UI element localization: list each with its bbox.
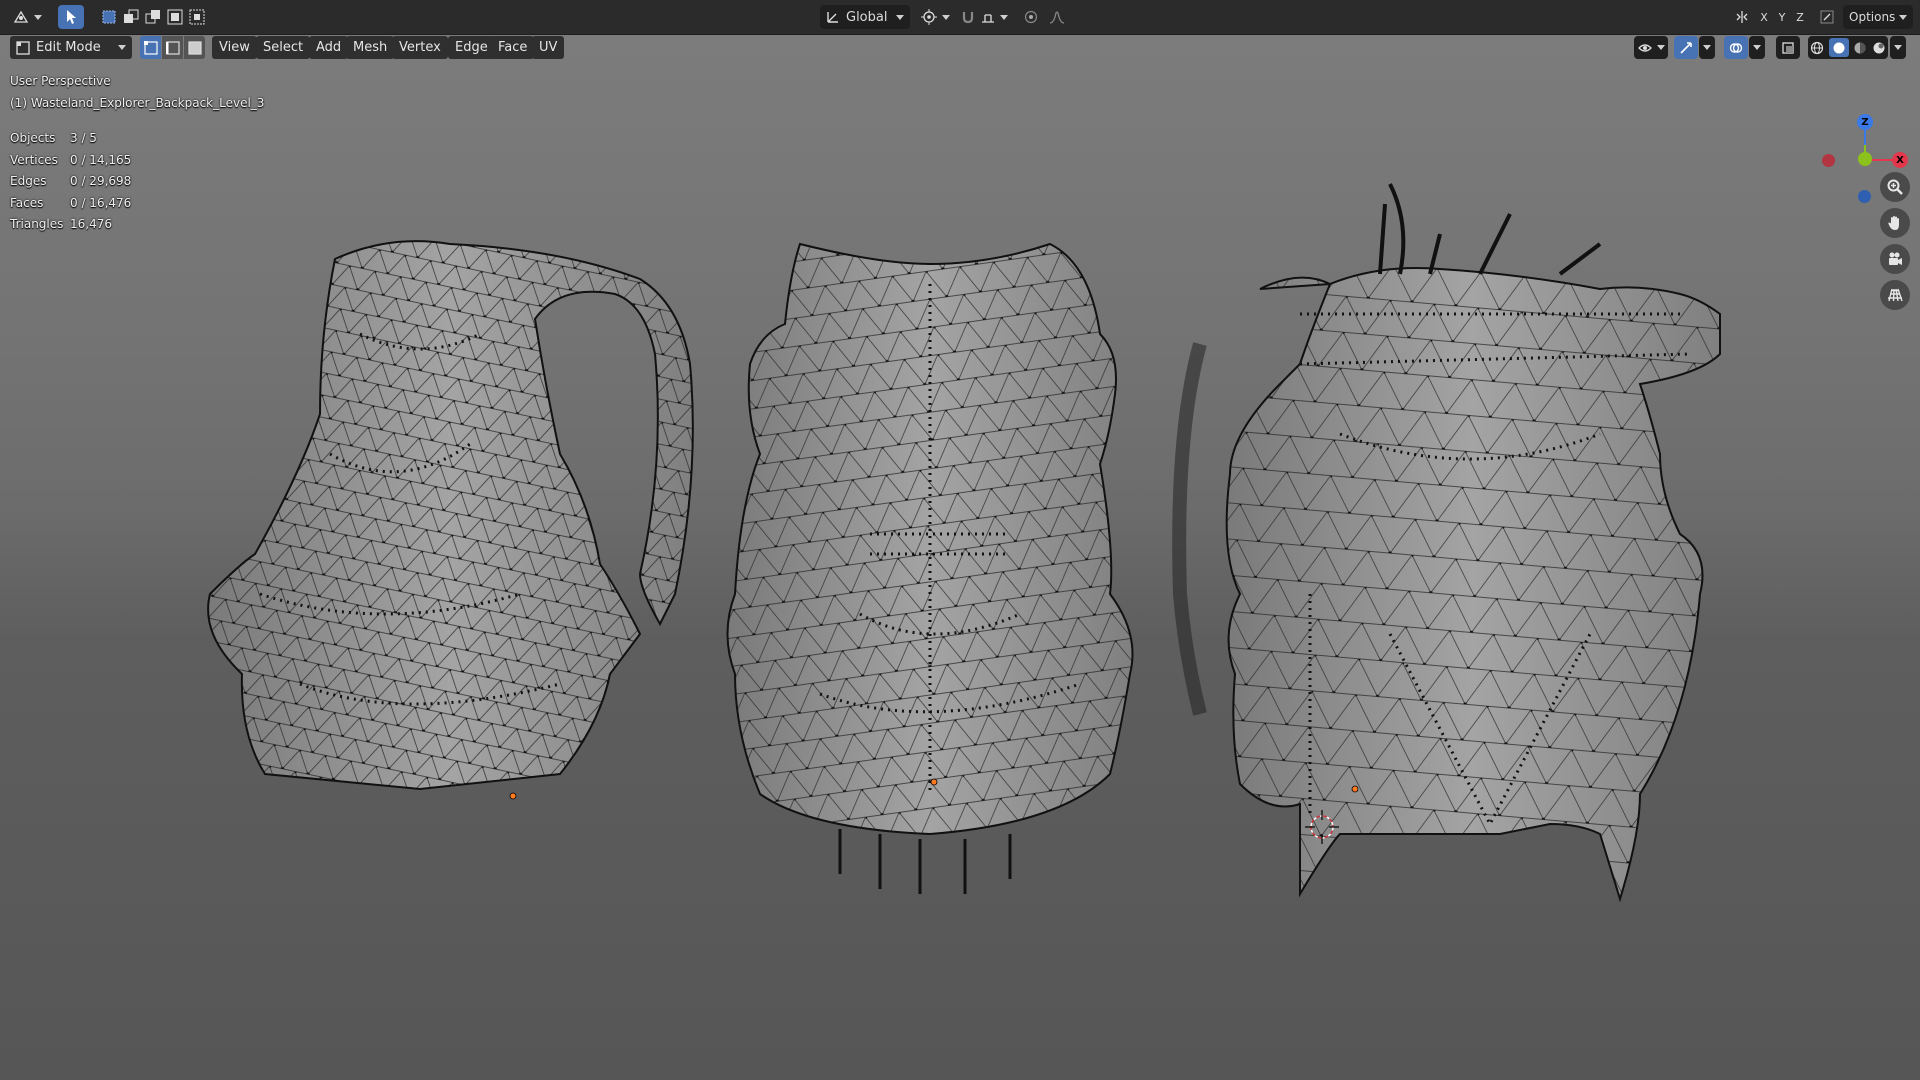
stat-key: Vertices: [10, 152, 58, 167]
camera-icon[interactable]: [1880, 244, 1910, 274]
hand-icon[interactable]: [1880, 208, 1910, 238]
gizmo-neg-z-axis[interactable]: [1858, 190, 1871, 203]
stat-row: Objects 3 / 5: [10, 131, 131, 153]
vertex-select-mode[interactable]: [140, 36, 161, 59]
select-mode-icons: [98, 5, 208, 29]
vertex-select-icon: [143, 40, 158, 55]
menu-edge[interactable]: Edge: [448, 36, 495, 59]
stat-value: 16,476: [70, 217, 112, 231]
eye-icon: [1637, 43, 1652, 52]
stat-key: Objects: [10, 131, 56, 145]
menu-mesh[interactable]: Mesh: [346, 36, 395, 59]
stat-value: 0 / 29,698: [70, 174, 132, 188]
editor-type-icon[interactable]: [10, 5, 44, 29]
select-invert-icon[interactable]: [167, 9, 183, 25]
stat-value: 3 / 5: [70, 131, 97, 145]
select-new-icon[interactable]: [101, 9, 117, 25]
edit-mode-icon: [16, 40, 30, 55]
stat-row: Vertices 0 / 14,165: [10, 153, 131, 175]
gizmo-z-axis[interactable]: Z: [1857, 114, 1873, 130]
select-tool-icon[interactable]: [58, 5, 84, 29]
menu-view[interactable]: View: [212, 36, 257, 59]
object-origin-dot: [509, 792, 517, 800]
mirror-z-toggle[interactable]: Z: [1792, 5, 1808, 29]
gizmo-toggle-icon[interactable]: [1674, 36, 1698, 59]
transform-orientation-dropdown[interactable]: Global: [820, 5, 910, 29]
chevron-down-icon: [118, 45, 126, 50]
stat-row: Edges 0 / 29,698: [10, 174, 131, 196]
auto-merge-icon[interactable]: [1815, 5, 1839, 29]
stat-value: 0 / 14,165: [70, 152, 132, 167]
top-toolbar: Global X Y Z Options: [0, 0, 1920, 35]
grid-icon[interactable]: [1880, 280, 1910, 310]
gizmo-y-axis[interactable]: [1858, 152, 1872, 166]
wireframe-shading-icon[interactable]: [1810, 41, 1824, 55]
face-select-mode[interactable]: [184, 36, 205, 59]
menu-select[interactable]: Select: [256, 36, 311, 59]
active-object-label: (1) Wasteland_Explorer_Backpack_Level_3: [10, 96, 265, 110]
select-subtract-icon[interactable]: [145, 9, 161, 25]
stat-row: Faces 0 / 16,476: [10, 196, 131, 218]
mesh-backpack-front[interactable]: [726, 242, 1134, 894]
menu-uv[interactable]: UV: [532, 36, 565, 59]
snap-target-icon: [981, 14, 994, 23]
face-select-icon: [187, 40, 202, 55]
edge-select-mode[interactable]: [162, 36, 183, 59]
stat-value: 0 / 16,476: [70, 195, 132, 210]
stat-key: Faces: [10, 195, 44, 210]
solid-shading-icon[interactable]: [1828, 38, 1849, 57]
object-visibility-dropdown[interactable]: [1634, 36, 1668, 59]
falloff-icon[interactable]: [1044, 5, 1070, 29]
chevron-down-icon: [1899, 14, 1907, 20]
gizmo-x-axis[interactable]: X: [1892, 152, 1908, 168]
select-extend-icon[interactable]: [123, 9, 139, 25]
orientation-label: Global: [846, 9, 888, 25]
viewport-header: Edit Mode View Select Add Mesh Vertex Ed…: [0, 34, 1920, 62]
3d-viewport[interactable]: User Perspective (1) Wasteland_Explorer_…: [0, 34, 1920, 1080]
orientation-icon: [827, 12, 838, 23]
menu-vertex[interactable]: Vertex: [392, 36, 448, 59]
mirror-y-toggle[interactable]: Y: [1774, 5, 1790, 29]
perspective-label: User Perspective: [10, 74, 111, 88]
overlay-dropdown[interactable]: [1749, 36, 1765, 59]
gizmo-dropdown[interactable]: [1699, 36, 1715, 59]
edge-select-icon: [165, 40, 180, 55]
object-origin-dot: [1351, 785, 1359, 793]
rendered-shading-icon[interactable]: [1872, 41, 1886, 55]
mirror-icon[interactable]: [1730, 5, 1754, 29]
options-dropdown[interactable]: Options: [1843, 5, 1913, 29]
xray-icon[interactable]: [1776, 36, 1800, 59]
stat-row: Triangles 16,476: [10, 217, 131, 239]
object-origin-dot: [930, 778, 938, 786]
overlay-icon[interactable]: [1724, 36, 1748, 59]
snap-icon[interactable]: [958, 5, 1010, 29]
gizmo-neg-x-axis[interactable]: [1822, 154, 1835, 167]
shading-mode-group: [1808, 36, 1888, 59]
proportional-icon[interactable]: [1018, 5, 1044, 29]
viewport-scene: [207, 183, 1721, 903]
stat-key: Triangles: [10, 217, 64, 231]
mode-selector-label: Edit Mode: [36, 40, 101, 55]
stat-key: Edges: [10, 174, 47, 188]
pivot-icon[interactable]: [918, 5, 952, 29]
menu-face[interactable]: Face: [491, 36, 535, 59]
mode-selector[interactable]: Edit Mode: [10, 36, 132, 59]
mesh-backpack-back[interactable]: [1172, 183, 1721, 903]
zoom-icon[interactable]: [1880, 172, 1910, 202]
mirror-x-toggle[interactable]: X: [1756, 5, 1772, 29]
mesh-backpack-side[interactable]: [207, 240, 694, 791]
select-intersect-icon[interactable]: [189, 9, 205, 25]
blender-window: User Perspective (1) Wasteland_Explorer_…: [0, 0, 1920, 1080]
menu-add[interactable]: Add: [309, 36, 349, 59]
options-label: Options: [1849, 10, 1896, 24]
statistics-overlay: Objects 3 / 5 Vertices 0 / 14,165 Edges 0 /…: [10, 131, 131, 239]
shading-dropdown[interactable]: [1890, 36, 1906, 59]
material-shading-icon[interactable]: [1853, 41, 1867, 55]
